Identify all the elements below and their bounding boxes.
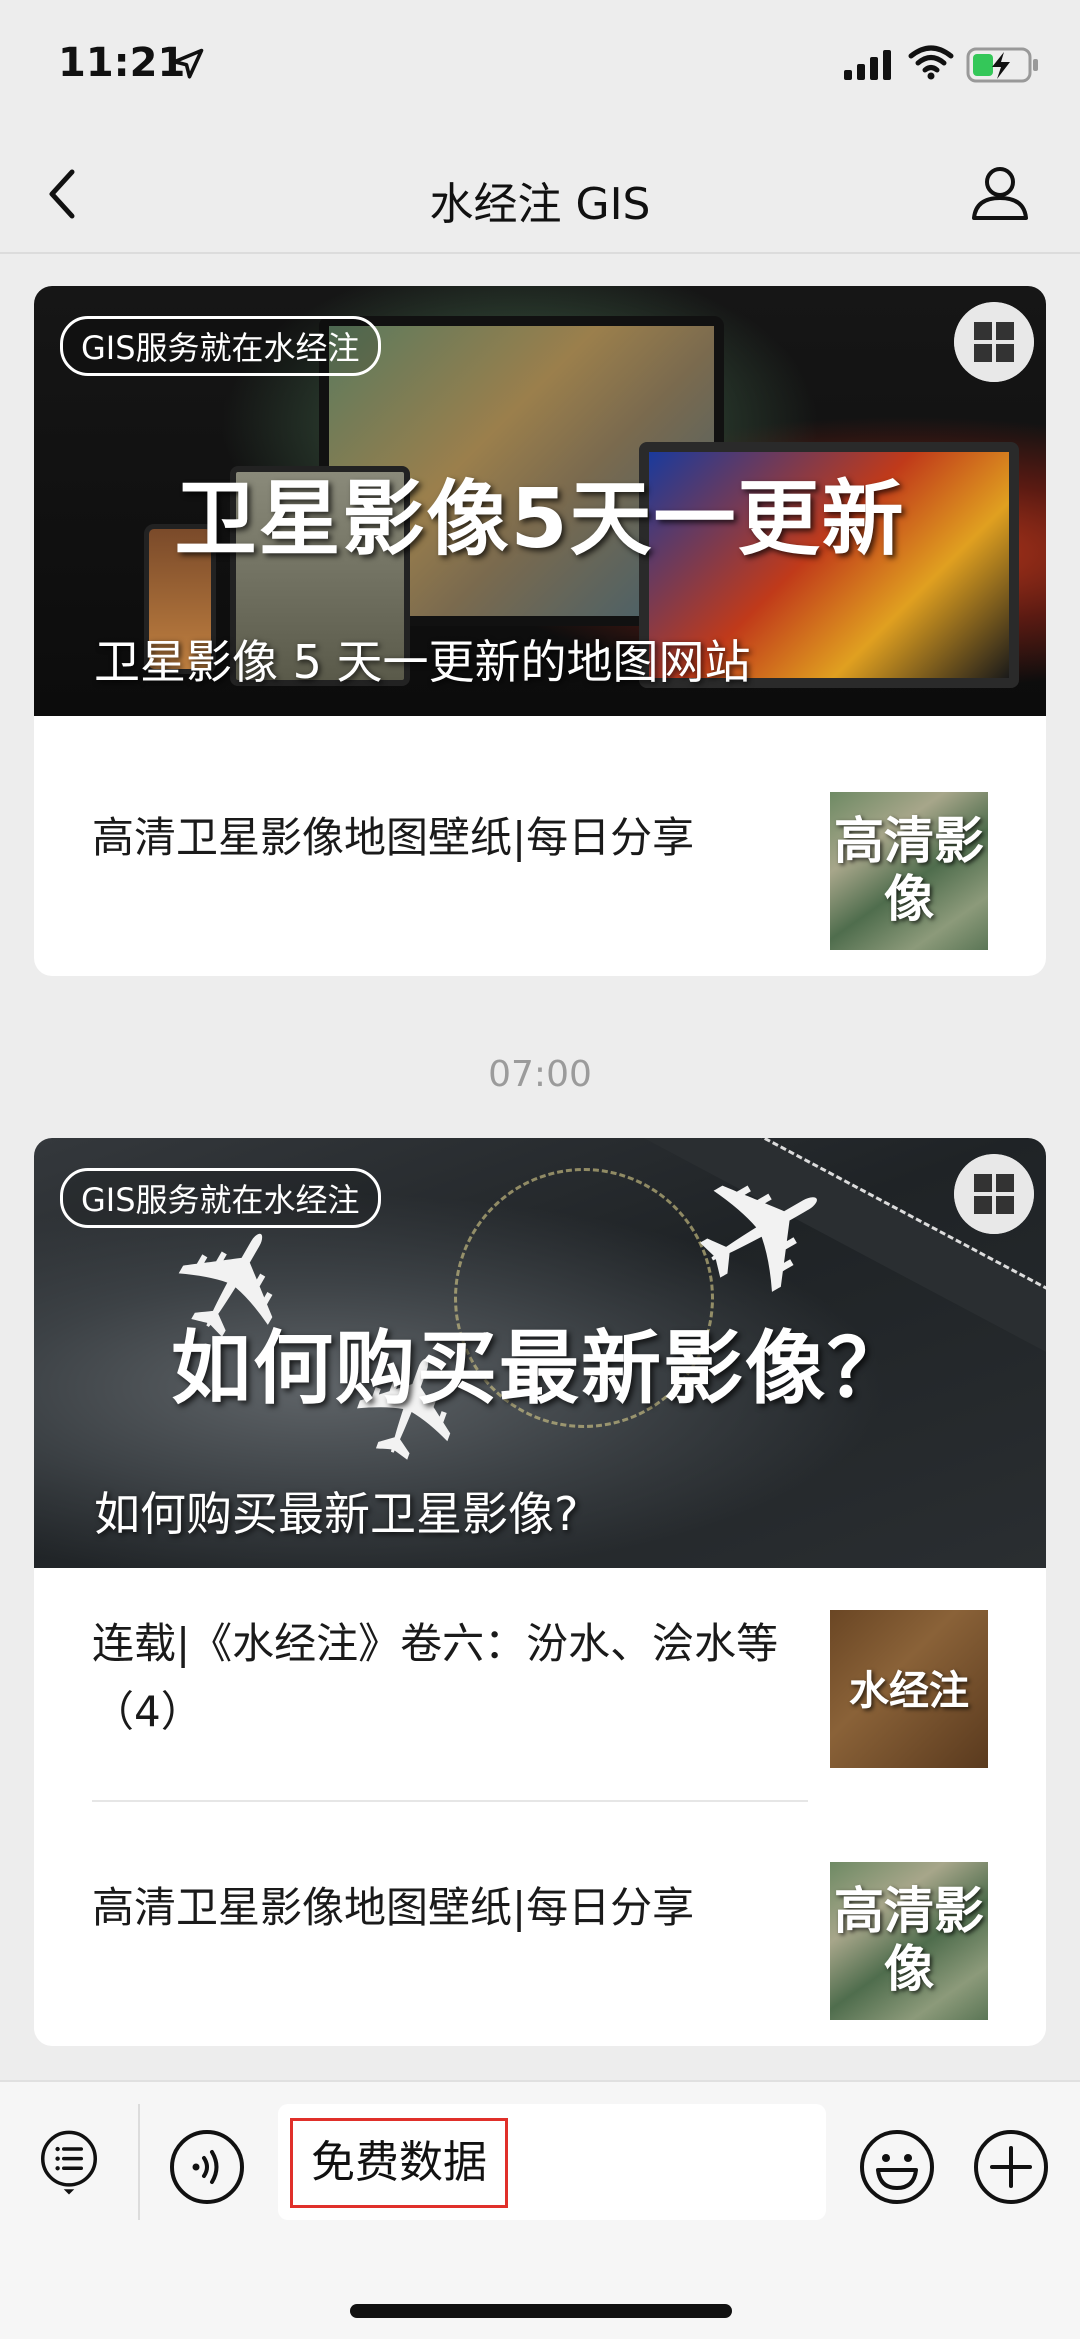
cover-caption: 如何购买最新卫星影像? (94, 1487, 579, 1541)
cover-headline: 如何购买最新影像？ (171, 1322, 909, 1415)
menu-list-icon[interactable] (34, 2128, 104, 2198)
status-time: 11:21 (58, 40, 186, 86)
cover-tag: GIS服务就在水经注 (60, 1168, 381, 1228)
article-title: 高清卫星影像地图壁纸|每日分享 (92, 813, 695, 862)
menu-item-free-data[interactable]: 免费数据 (290, 2118, 508, 2208)
cover-headline: 卫星影像5天一更新 (174, 472, 906, 567)
mini-program-icon[interactable] (954, 1154, 1034, 1234)
status-bar: 11:21 (0, 0, 1080, 132)
voice-icon[interactable] (168, 2128, 246, 2206)
thumbnail-label: 高清影像 (834, 812, 984, 928)
profile-button[interactable] (968, 160, 1032, 224)
article-title: 连载|《水经注》卷六：汾水、浍水等（4） (92, 1619, 779, 1736)
list-item[interactable]: 连载|《水经注》卷六：汾水、浍水等（4） 水经注 (34, 1568, 1046, 1800)
plus-icon[interactable] (972, 2128, 1050, 2206)
emoji-icon[interactable] (858, 2128, 936, 2206)
article-thumbnail: 水经注 (830, 1610, 988, 1768)
cover-article[interactable]: ✈ ✈ ✈ GIS服务就在水经注 如何购买最新影像？ 如何购买最新卫星影像? (34, 1138, 1046, 1568)
toolbar-divider (138, 2104, 140, 2220)
wifi-icon (908, 45, 954, 80)
location-arrow-icon (172, 48, 204, 79)
article-card: ✈ ✈ ✈ GIS服务就在水经注 如何购买最新影像？ 如何购买最新卫星影像? 连… (34, 1138, 1046, 2046)
nav-bar: 水经注 GIS (0, 132, 1080, 254)
list-item[interactable]: 高清卫星影像地图壁纸|每日分享 高清影像 (34, 716, 1046, 976)
mini-program-icon[interactable] (954, 302, 1034, 382)
cover-article[interactable]: GIS服务就在水经注 卫星影像5天一更新 卫星影像 5 天一更新的地图网站 (34, 286, 1046, 716)
message-timestamp: 07:00 (488, 1054, 592, 1095)
cover-caption: 卫星影像 5 天一更新的地图网站 (94, 635, 751, 689)
menu-input-area[interactable]: 免费数据 (278, 2104, 826, 2220)
page-title: 水经注 GIS (429, 179, 651, 230)
article-title: 高清卫星影像地图壁纸|每日分享 (92, 1883, 695, 1932)
article-thumbnail: 高清影像 (830, 792, 988, 950)
article-thumbnail: 高清影像 (830, 1862, 988, 2020)
bottom-bar: 免费数据 (0, 2080, 1080, 2339)
article-card: GIS服务就在水经注 卫星影像5天一更新 卫星影像 5 天一更新的地图网站 高清… (34, 286, 1046, 976)
home-indicator (350, 2304, 732, 2318)
signal-icon (844, 50, 891, 80)
thumbnail-label: 高清影像 (834, 1882, 984, 1998)
battery-charging-icon (966, 47, 1038, 83)
list-item[interactable]: 高清卫星影像地图壁纸|每日分享 高清影像 (34, 1802, 1046, 2046)
thumbnail-label: 水经注 (849, 1668, 969, 1714)
cover-tag: GIS服务就在水经注 (60, 316, 381, 376)
